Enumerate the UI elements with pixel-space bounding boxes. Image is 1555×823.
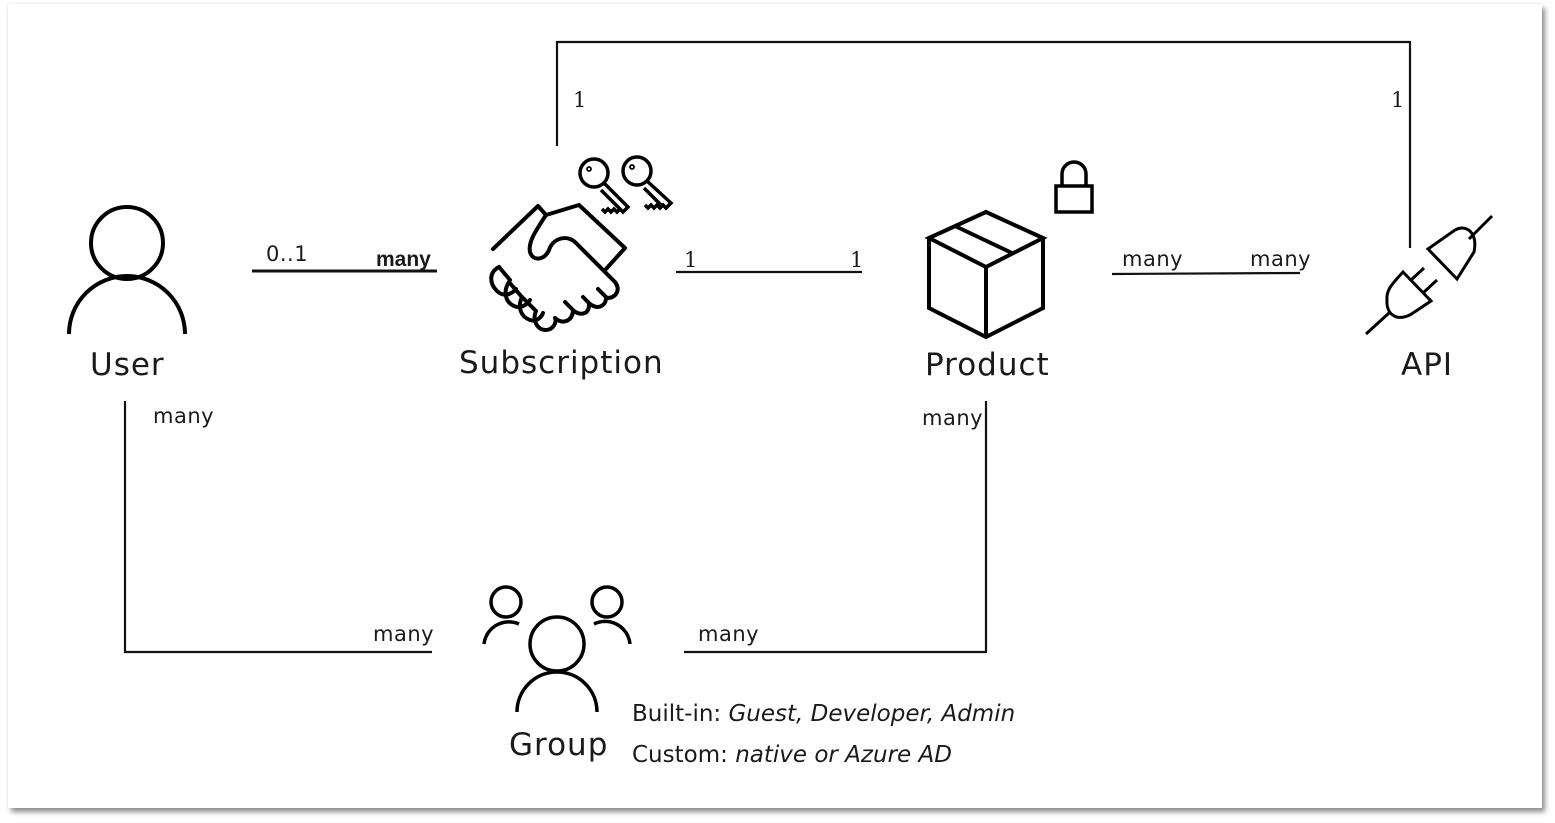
entity-label-subscription: Subscription — [459, 345, 664, 381]
cardinality-subscription-api-from: 1 — [573, 88, 587, 112]
group-note-custom-label: Custom: — [632, 742, 728, 768]
cardinality-product-group-to: many — [698, 622, 760, 646]
group-note-builtin-values: Guest, Developer, Admin — [728, 701, 1016, 727]
plug-icon — [1364, 214, 1494, 336]
cardinality-product-api-to: many — [1250, 247, 1312, 271]
cardinality-subscription-product-to: 1 — [850, 248, 864, 272]
diagram-canvas — [67, 40, 1494, 713]
cardinality-user-group-from: many — [153, 404, 215, 428]
cardinality-user-subscription-to: many — [376, 248, 431, 271]
connector-product-api — [1111, 271, 1301, 276]
group-icon — [482, 585, 632, 713]
entity-label-group: Group — [509, 727, 609, 763]
keys-icon — [578, 155, 674, 215]
connector-product-group — [684, 401, 988, 654]
box-icon — [924, 209, 1048, 340]
cardinality-user-subscription-from: 0..1 — [266, 242, 309, 266]
cardinality-subscription-api-to: 1 — [1391, 88, 1405, 112]
entity-label-api: API — [1401, 347, 1454, 383]
person-icon — [67, 205, 187, 335]
cardinality-user-group-to: many — [373, 622, 435, 646]
cardinality-product-group-from: many — [922, 406, 984, 430]
cardinality-subscription-product-from: 1 — [684, 248, 698, 272]
connector-user-group — [123, 401, 432, 654]
group-note-custom-values: native or Azure AD — [735, 742, 952, 768]
cardinality-product-api-from: many — [1122, 247, 1184, 271]
entity-label-user: User — [90, 347, 165, 383]
group-note-builtin: Built-in: Guest, Developer, Admin — [632, 703, 1015, 726]
entity-label-product: Product — [925, 347, 1050, 383]
handshake-icon — [489, 203, 627, 332]
connector-subscription-api — [555, 40, 1412, 248]
group-note-custom: Custom: native or Azure AD — [632, 744, 952, 767]
group-note-builtin-label: Built-in: — [632, 701, 722, 727]
padlock-icon — [1054, 160, 1094, 214]
